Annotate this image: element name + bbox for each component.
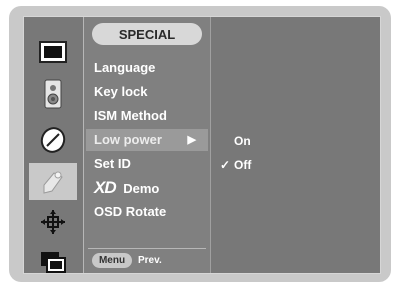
menu-item-label: Language [94,60,156,75]
tv-osd-frame: SPECIAL Language Key lock ISM Method Low… [9,6,391,282]
time-menu-tab[interactable] [29,121,77,158]
menu-item-label: ISM Method [94,108,167,123]
pip-menu-tab[interactable] [29,243,77,280]
option-label: On [234,134,251,148]
check-icon: ✓ [219,158,230,172]
special-submenu-panel: SPECIAL Language Key lock ISM Method Low… [83,17,211,273]
submenu-arrow-icon: ▶ [187,134,196,146]
audio-speaker-icon [44,79,62,108]
menu-item-xd-demo[interactable]: XD Demo [86,177,208,199]
menu-item-ism-method[interactable]: ISM Method [86,105,208,127]
menu-item-label: Key lock [94,84,148,99]
pip-icon [41,251,66,273]
menu-item-label: OSD Rotate [94,204,167,219]
prev-label: Prev. [138,255,162,266]
menu-item-low-power[interactable]: Low power ▶ [86,129,208,151]
option-on[interactable]: On [212,131,352,151]
picture-icon [39,40,67,63]
screen-menu-tab[interactable] [29,203,77,240]
menu-item-label: Set ID [94,156,131,171]
audio-menu-tab[interactable] [29,75,77,112]
menu-button[interactable]: Menu [92,253,132,268]
osd-menu: SPECIAL Language Key lock ISM Method Low… [23,16,381,274]
menu-footer: Menu Prev. [88,248,206,270]
menu-item-language[interactable]: Language [86,57,208,79]
xd-logo: XD [94,178,117,197]
menu-item-key-lock[interactable]: Key lock [86,81,208,103]
menu-item-label: Demo [123,181,160,196]
special-menu-tab[interactable] [29,163,77,200]
menu-item-set-id[interactable]: Set ID [86,153,208,175]
menu-item-osd-rotate[interactable]: OSD Rotate [86,201,208,223]
screen-adjust-icon [41,209,65,234]
option-off[interactable]: ✓ Off [212,155,352,175]
option-label: Off [234,158,252,172]
menu-icon-column [24,17,82,273]
special-icon [43,171,63,194]
menu-title: SPECIAL [92,23,202,45]
menu-item-label: Low power [94,132,162,147]
timer-icon [40,126,66,153]
low-power-options-panel: On ✓ Off [212,17,380,273]
picture-menu-tab[interactable] [29,33,77,70]
